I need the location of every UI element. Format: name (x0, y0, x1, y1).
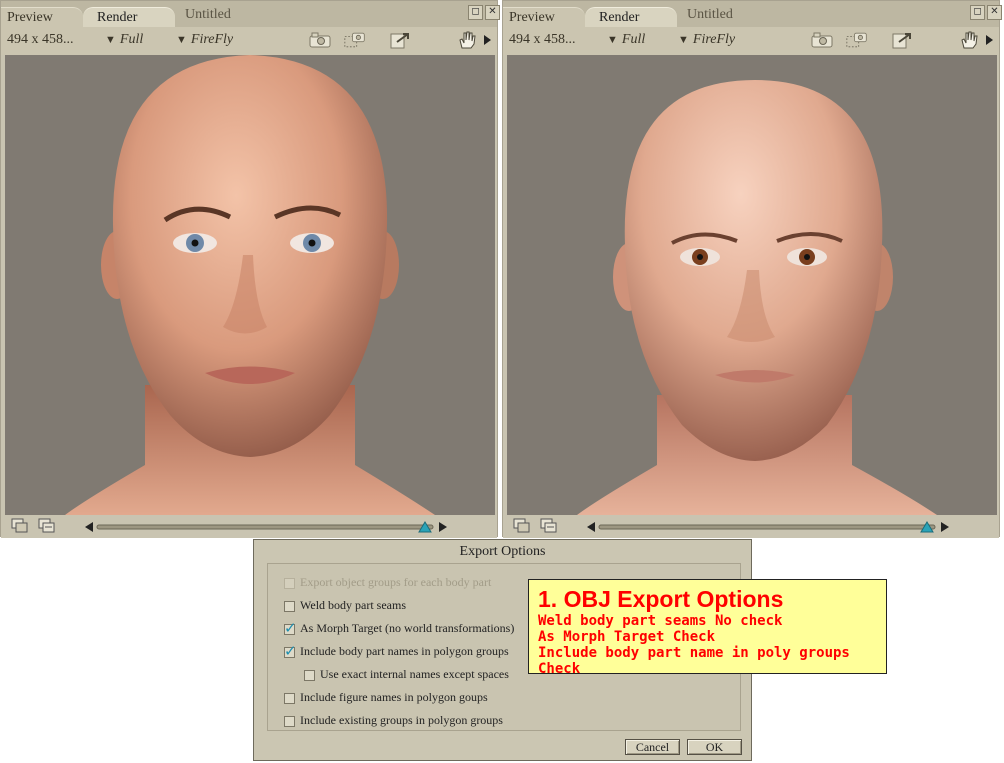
close-icon[interactable]: ✕ (485, 5, 500, 20)
quality-value: Full (621, 32, 646, 47)
render-bottom-bar (1, 515, 497, 538)
maximize-icon[interactable]: ◻ (468, 5, 483, 20)
render-compare-icon[interactable] (540, 518, 558, 534)
area-render-icon[interactable] (846, 31, 868, 49)
hand-icon[interactable] (456, 31, 478, 49)
weld-seams-checkbox[interactable] (284, 601, 295, 612)
export-render-icon[interactable] (891, 31, 913, 49)
render-viewport[interactable] (5, 55, 495, 515)
render-toolbar: 494 x 458... ▼ Full ▼ FireFly (1, 27, 497, 55)
dropdown-arrow-icon: ▼ (105, 34, 116, 46)
tab-untitled[interactable]: Untitled (179, 5, 269, 25)
tab-preview[interactable]: Preview (503, 7, 585, 27)
tab-render[interactable]: Render (585, 7, 677, 27)
option-label: Include figure names in polygon goups (300, 690, 488, 704)
hand-icon[interactable] (958, 31, 980, 49)
check-icon: ✓ (284, 619, 297, 637)
option-label: Export object groups for each body part (300, 575, 492, 589)
area-render-icon[interactable] (344, 31, 366, 49)
dialog-title: Export Options (459, 544, 546, 559)
render-list-icon[interactable] (11, 518, 29, 534)
include-part-names-checkbox[interactable]: ✓ (284, 643, 297, 659)
render-list-icon[interactable] (513, 518, 531, 534)
renderer-dropdown[interactable]: ▼ FireFly (678, 32, 735, 48)
quality-dropdown[interactable]: ▼ Full (105, 32, 143, 48)
render-window-left: Preview Render Untitled ◻ ✕ 494 x 458...… (0, 0, 500, 538)
quality-value: Full (119, 32, 144, 47)
note-line: As Morph Target Check (538, 629, 716, 645)
export-object-groups-checkbox (284, 578, 295, 589)
export-render-icon[interactable] (389, 31, 411, 49)
tab-bar: Preview Render Untitled ◻ ✕ (503, 1, 1002, 27)
render-size-label[interactable]: 494 x 458... (509, 32, 576, 48)
tab-render[interactable]: Render (83, 7, 175, 27)
rendered-face-image (65, 55, 435, 515)
render-size-label[interactable]: 494 x 458... (7, 32, 74, 48)
render-window-right: Preview Render Untitled ◻ ✕ 494 x 458...… (502, 0, 1002, 538)
tab-untitled[interactable]: Untitled (681, 5, 771, 25)
dropdown-arrow-icon: ▼ (678, 34, 689, 46)
close-icon[interactable]: ✕ (987, 5, 1002, 20)
morph-target-checkbox[interactable]: ✓ (284, 620, 297, 636)
exact-internal-names-checkbox[interactable] (304, 670, 315, 681)
render-compare-slider[interactable] (587, 521, 949, 533)
note-line: Weld body part seams No check (538, 613, 783, 629)
include-figure-names-checkbox[interactable] (284, 693, 295, 704)
render-compare-slider[interactable] (85, 521, 447, 533)
dropdown-arrow-icon: ▼ (607, 34, 618, 46)
tab-preview[interactable]: Preview (1, 7, 83, 27)
render-bottom-bar (503, 515, 999, 538)
note-line: Include body part name in poly groups Ch… (538, 645, 850, 677)
note-heading: 1. OBJ Export Options (538, 586, 784, 612)
play-arrow-icon[interactable] (983, 31, 995, 49)
renderer-value: FireFly (190, 32, 234, 47)
option-label: Use exact internal names except spaces (320, 667, 509, 681)
camera-icon[interactable] (309, 31, 331, 49)
ok-button[interactable]: OK (687, 739, 742, 755)
play-arrow-icon[interactable] (481, 31, 493, 49)
render-toolbar: 494 x 458... ▼ Full ▼ FireFly (503, 27, 999, 55)
render-viewport[interactable] (507, 55, 997, 515)
option-label: As Morph Target (no world transformation… (300, 621, 515, 635)
option-label: Include body part names in polygon group… (300, 644, 509, 658)
check-icon: ✓ (284, 642, 297, 660)
tab-bar: Preview Render Untitled ◻ ✕ (1, 1, 500, 27)
renderer-value: FireFly (692, 32, 736, 47)
quality-dropdown[interactable]: ▼ Full (607, 32, 645, 48)
render-compare-icon[interactable] (38, 518, 56, 534)
option-label: Weld body part seams (300, 598, 407, 612)
option-label: Include existing groups in polygon group… (300, 713, 503, 727)
dropdown-arrow-icon: ▼ (176, 34, 187, 46)
maximize-icon[interactable]: ◻ (970, 5, 985, 20)
rendered-face-image (577, 80, 937, 515)
include-existing-groups-checkbox[interactable] (284, 716, 295, 727)
annotation-note: 1. OBJ Export Options Weld body part sea… (528, 579, 887, 677)
camera-icon[interactable] (811, 31, 833, 49)
cancel-button[interactable]: Cancel (625, 739, 680, 755)
renderer-dropdown[interactable]: ▼ FireFly (176, 32, 233, 48)
